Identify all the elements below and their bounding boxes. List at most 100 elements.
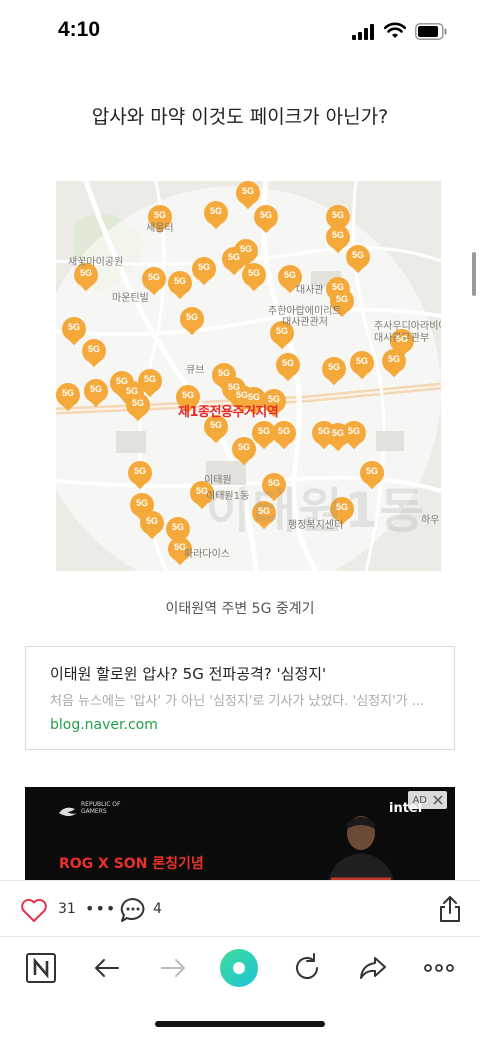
close-icon[interactable] bbox=[433, 795, 443, 805]
ad-brand-text: REPUBLIC OF GAMERS bbox=[81, 801, 121, 815]
pin-label: 5G bbox=[79, 268, 92, 278]
home-indicator bbox=[155, 1021, 325, 1027]
green-dot-button[interactable] bbox=[220, 949, 258, 987]
map-place-label: 행정복지센터 bbox=[288, 520, 344, 531]
map-image[interactable]: 이태원1동 세움터 새꽃마이공원 마운틴빌 주한아랍에미리트 대사관관저 대사관… bbox=[56, 181, 441, 571]
pin-label: 5G bbox=[351, 250, 364, 260]
tower-5g-pin[interactable]: 5G bbox=[82, 339, 106, 369]
pin-label: 5G bbox=[89, 384, 102, 394]
pin-label: 5G bbox=[181, 390, 194, 400]
ad-badge[interactable]: AD bbox=[408, 791, 447, 809]
link-description: 처음 뉴스에는 '압사' 가 아닌 '심정지'로 기사가 났었다. '심정지'가… bbox=[50, 694, 425, 709]
tower-5g-pin[interactable]: 5G bbox=[382, 349, 406, 379]
signal-icon bbox=[352, 24, 374, 40]
tower-5g-pin[interactable]: 5G bbox=[232, 437, 256, 467]
pin-label: 5G bbox=[135, 498, 148, 508]
scrollbar[interactable] bbox=[472, 252, 476, 296]
pin-label: 5G bbox=[355, 356, 368, 366]
link-domain: blog.naver.com bbox=[50, 717, 158, 733]
tower-5g-pin[interactable]: 5G bbox=[322, 357, 346, 387]
browser-nav-bar bbox=[0, 936, 480, 1000]
pin-label: 5G bbox=[277, 426, 290, 436]
more-options-button[interactable]: ••• bbox=[85, 899, 116, 918]
map-place-label: 하우 bbox=[421, 515, 440, 526]
pin-label: 5G bbox=[247, 268, 260, 278]
wifi-icon bbox=[384, 22, 406, 38]
map-place-label: 큐브 bbox=[186, 365, 205, 376]
pin-label: 5G bbox=[115, 376, 128, 386]
more-icon[interactable] bbox=[422, 951, 456, 985]
pin-label: 5G bbox=[197, 262, 210, 272]
refresh-icon[interactable] bbox=[290, 951, 324, 985]
tower-5g-pin[interactable]: 5G bbox=[84, 379, 108, 409]
tower-5g-pin[interactable]: 5G bbox=[140, 511, 164, 541]
pin-label: 5G bbox=[335, 294, 348, 304]
tower-5g-pin[interactable]: 5G bbox=[128, 461, 152, 491]
comment-count: 4 bbox=[153, 901, 162, 917]
tower-5g-pin[interactable]: 5G bbox=[56, 383, 80, 413]
zone-label: 제1종전용주거지역 bbox=[178, 405, 279, 420]
share-arrow-icon[interactable] bbox=[356, 951, 390, 985]
forward-arrow-icon[interactable] bbox=[156, 951, 190, 985]
pin-label: 5G bbox=[335, 502, 348, 512]
back-arrow-icon[interactable] bbox=[90, 951, 124, 985]
map-place-label: 마운틴빌 bbox=[112, 293, 149, 304]
pin-label: 5G bbox=[275, 326, 288, 336]
tower-5g-pin[interactable]: 5G bbox=[254, 205, 278, 235]
tower-5g-pin[interactable]: 5G bbox=[270, 321, 294, 351]
pin-label: 5G bbox=[241, 186, 254, 196]
pin-label: 5G bbox=[331, 282, 344, 292]
pin-label: 5G bbox=[217, 368, 230, 378]
tower-5g-pin[interactable]: 5G bbox=[192, 257, 216, 287]
battery-icon bbox=[415, 23, 447, 40]
ad-person-image bbox=[328, 816, 394, 880]
ad-headline: ROG X SON 론칭기념 bbox=[59, 856, 204, 872]
link-preview-card[interactable]: 이태원 할로윈 압사? 5G 전파공격? '심정지' 처음 뉴스에는 '압사' … bbox=[25, 646, 455, 750]
like-count: 31 bbox=[58, 901, 76, 917]
comment-icon[interactable] bbox=[119, 897, 147, 923]
green-dot-icon bbox=[233, 962, 245, 974]
pin-label: 5G bbox=[239, 244, 252, 254]
ad-label: AD bbox=[412, 794, 427, 806]
image-caption: 이태원역 주변 5G 중계기 bbox=[165, 601, 315, 617]
tower-5g-pin[interactable]: 5G bbox=[74, 263, 98, 293]
pin-label: 5G bbox=[331, 230, 344, 240]
ad-banner[interactable]: REPUBLIC OF GAMERS intel ROG X SON 론칭기념 … bbox=[25, 787, 455, 880]
heart-icon[interactable] bbox=[20, 897, 48, 923]
pin-label: 5G bbox=[153, 210, 166, 220]
pin-label: 5G bbox=[387, 354, 400, 364]
pin-label: 5G bbox=[87, 344, 100, 354]
pin-label: 5G bbox=[195, 486, 208, 496]
pin-label: 5G bbox=[185, 312, 198, 322]
tower-5g-pin[interactable]: 5G bbox=[276, 353, 300, 383]
pin-label: 5G bbox=[131, 398, 144, 408]
pin-label: 5G bbox=[331, 210, 344, 220]
pin-label: 5G bbox=[145, 516, 158, 526]
map-place-label: 이태원 bbox=[204, 475, 232, 486]
pin-label: 5G bbox=[347, 426, 360, 436]
pin-label: 5G bbox=[61, 388, 74, 398]
naver-home-icon[interactable] bbox=[24, 951, 58, 985]
pin-label: 5G bbox=[259, 210, 272, 220]
tower-5g-pin[interactable]: 5G bbox=[168, 271, 192, 301]
pin-label: 5G bbox=[267, 478, 280, 488]
tower-5g-pin[interactable]: 5G bbox=[204, 201, 228, 231]
tower-5g-pin[interactable]: 5G bbox=[126, 393, 150, 423]
pin-label: 5G bbox=[395, 334, 408, 344]
pin-label: 5G bbox=[67, 322, 80, 332]
tower-5g-pin[interactable]: 5G bbox=[350, 351, 374, 381]
post-action-bar: 31 ••• 4 bbox=[0, 880, 480, 936]
pin-label: 5G bbox=[283, 270, 296, 280]
tower-5g-pin[interactable]: 5G bbox=[180, 307, 204, 337]
tower-5g-pin[interactable]: 5G bbox=[346, 245, 370, 275]
tower-5g-pin[interactable]: 5G bbox=[272, 421, 296, 451]
pin-label: 5G bbox=[173, 276, 186, 286]
pin-label: 5G bbox=[327, 362, 340, 372]
pin-label: 5G bbox=[133, 466, 146, 476]
link-title: 이태원 할로윈 압사? 5G 전파공격? '심정지' bbox=[50, 665, 327, 683]
share-icon[interactable] bbox=[438, 895, 462, 923]
tower-5g-pin[interactable]: 5G bbox=[242, 263, 266, 293]
pin-label: 5G bbox=[257, 506, 270, 516]
pin-label: 5G bbox=[173, 542, 186, 552]
pin-label: 5G bbox=[171, 522, 184, 532]
